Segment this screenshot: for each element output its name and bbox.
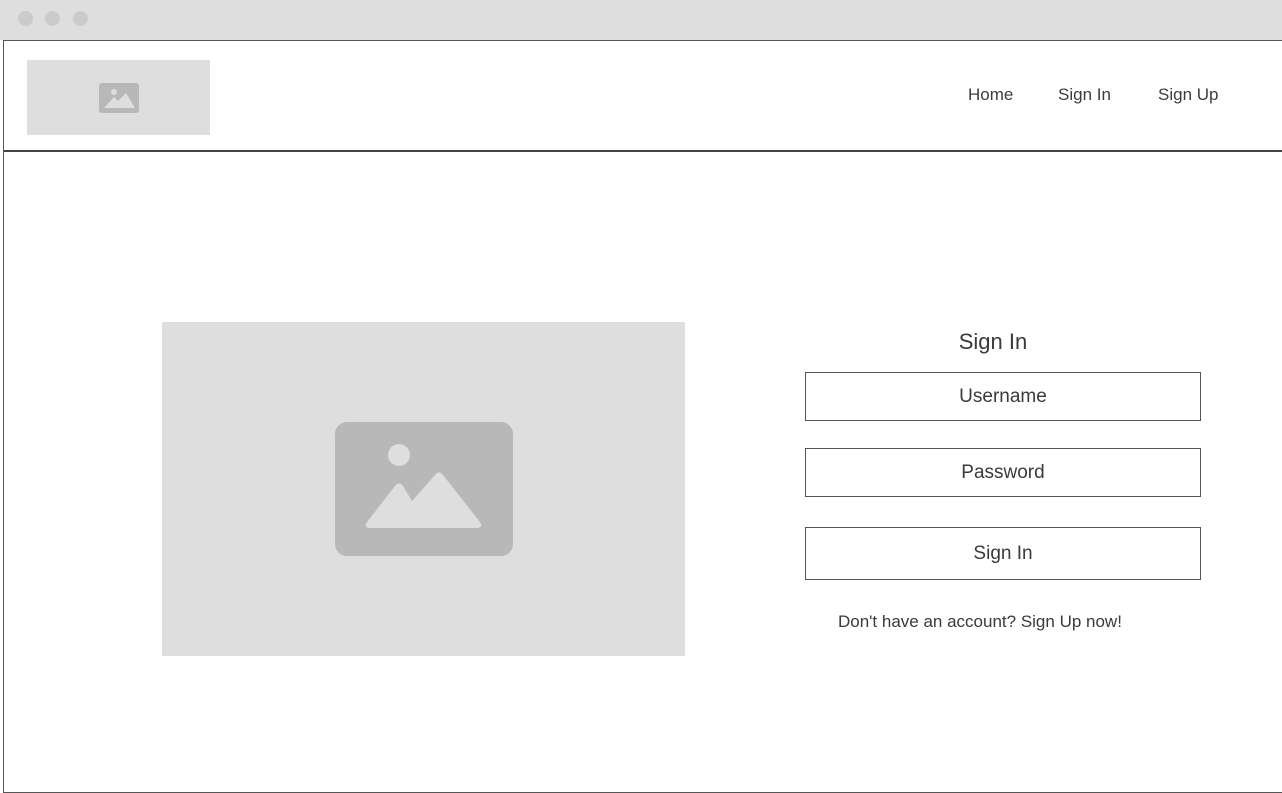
- image-placeholder-icon: [334, 422, 513, 556]
- sign-up-prompt-link[interactable]: Don't have an account? Sign Up now!: [838, 612, 1122, 632]
- image-placeholder-icon: [98, 82, 139, 113]
- site-logo[interactable]: [27, 60, 210, 135]
- sign-in-heading: Sign In: [958, 329, 1028, 354]
- nav-home-link[interactable]: Home: [968, 85, 1013, 105]
- window-maximize-button[interactable]: [73, 11, 88, 26]
- sign-in-button[interactable]: Sign In: [805, 527, 1201, 580]
- window-minimize-button[interactable]: [45, 11, 60, 26]
- page-frame: Home Sign In Sign Up Sign In Username Pa…: [3, 40, 1282, 793]
- browser-window: Home Sign In Sign Up Sign In Username Pa…: [0, 0, 1282, 793]
- nav-sign-up-link[interactable]: Sign Up: [1158, 85, 1218, 105]
- username-field[interactable]: Username: [805, 372, 1201, 421]
- hero-image-placeholder: [162, 322, 685, 656]
- password-field[interactable]: Password: [805, 448, 1201, 497]
- window-titlebar: [0, 0, 1282, 40]
- window-close-button[interactable]: [18, 11, 33, 26]
- nav-sign-in-link[interactable]: Sign In: [1058, 85, 1111, 105]
- site-header: Home Sign In Sign Up: [4, 41, 1282, 152]
